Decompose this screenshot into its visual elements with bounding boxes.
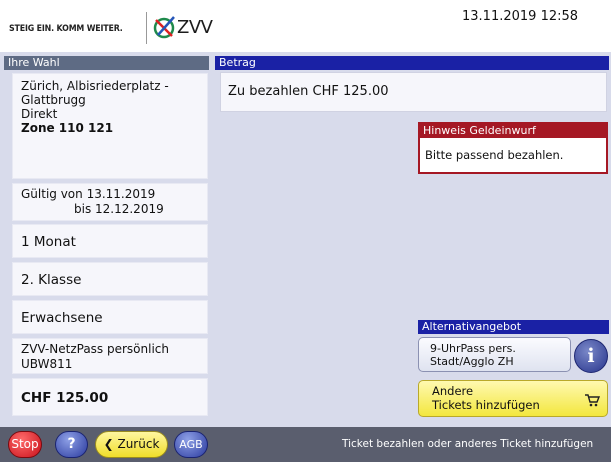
zvv-logo: ZVV bbox=[152, 13, 222, 43]
back-button-label: Zurück bbox=[117, 437, 160, 451]
help-button[interactable]: ? bbox=[55, 431, 88, 458]
class-card: 2. Klasse bbox=[12, 262, 208, 296]
route-card: Zürich, Albisriederplatz - Glattbrugg Di… bbox=[12, 73, 208, 179]
selection-header: Ihre Wahl bbox=[4, 56, 209, 70]
coin-notice: Hinweis Geldeinwurf Bitte passend bezahl… bbox=[418, 122, 608, 174]
ticket-card: ZVV-NetzPass persönlich UBW811 bbox=[12, 338, 208, 374]
add-tickets-label: Andere Tickets hinzufügen bbox=[432, 384, 540, 412]
duration-value: 1 Monat bbox=[21, 234, 76, 250]
amount-header: Betrag bbox=[215, 56, 609, 70]
zvv-logo-icon bbox=[153, 16, 175, 39]
ticket-code: UBW811 bbox=[21, 357, 73, 371]
route-line-2: Glattbrugg bbox=[21, 93, 86, 107]
add-tickets-line-2: Tickets hinzufügen bbox=[432, 398, 540, 412]
stop-button[interactable]: Stop bbox=[8, 431, 42, 458]
price-card: CHF 125.00 bbox=[12, 378, 208, 416]
route-line-3: Direkt bbox=[21, 107, 58, 121]
alternative-offer-header: Alternativangebot bbox=[418, 320, 609, 334]
slogan: STEIG EIN. KOMM WEITER. bbox=[9, 24, 123, 34]
passenger-value: Erwachsene bbox=[21, 310, 103, 326]
validity-card: Gültig von 13.11.2019 bis 12.12.2019 bbox=[12, 183, 208, 221]
header: STEIG EIN. KOMM WEITER. ZVV 13.11.2019 1… bbox=[0, 0, 611, 52]
validity-from: Gültig von 13.11.2019 bbox=[21, 187, 156, 201]
main-panel: Ihre Wahl Betrag Zürich, Albisriederplat… bbox=[0, 52, 611, 427]
ticket-name: ZVV-NetzPass persönlich bbox=[21, 342, 170, 356]
add-tickets-button[interactable]: Andere Tickets hinzufügen bbox=[418, 380, 608, 417]
amount-box: Zu bezahlen CHF 125.00 bbox=[220, 72, 607, 112]
class-value: 2. Klasse bbox=[21, 272, 82, 288]
price-value: CHF 125.00 bbox=[21, 390, 109, 406]
duration-card: 1 Monat bbox=[12, 224, 208, 258]
cart-icon bbox=[585, 394, 600, 407]
validity-to: bis 12.12.2019 bbox=[74, 202, 164, 216]
date-time: 13.11.2019 12:58 bbox=[462, 9, 579, 24]
info-button[interactable]: i bbox=[574, 339, 608, 373]
amount-due: Zu bezahlen CHF 125.00 bbox=[228, 84, 389, 99]
agb-button[interactable]: AGB bbox=[174, 431, 208, 458]
passenger-card: Erwachsene bbox=[12, 300, 208, 334]
route-line-1: Zürich, Albisriederplatz - bbox=[21, 79, 169, 93]
coin-notice-text: Bitte passend bezahlen. bbox=[425, 148, 564, 162]
chevron-left-icon: ❮ bbox=[103, 437, 114, 451]
alternative-offer-line-1: 9-UhrPass pers. bbox=[430, 342, 516, 355]
footer-message: Ticket bezahlen oder anderes Ticket hinz… bbox=[342, 438, 594, 450]
route-zone: Zone 110 121 bbox=[21, 121, 114, 135]
alternative-offer-line-2: Stadt/Agglo ZH bbox=[430, 355, 514, 368]
coin-notice-title: Hinweis Geldeinwurf bbox=[420, 124, 606, 138]
alternative-offer-button[interactable]: 9-UhrPass pers. Stadt/Agglo ZH bbox=[418, 337, 571, 372]
footer-bar: Stop ? ❮ Zurück AGB Ticket bezahlen oder… bbox=[0, 427, 611, 462]
add-tickets-line-1: Andere bbox=[432, 384, 474, 398]
alternative-offer-label: 9-UhrPass pers. Stadt/Agglo ZH bbox=[430, 342, 516, 368]
logo-text: ZVV bbox=[177, 17, 213, 38]
back-button[interactable]: ❮ Zurück bbox=[95, 431, 168, 458]
logo-divider bbox=[146, 12, 147, 44]
